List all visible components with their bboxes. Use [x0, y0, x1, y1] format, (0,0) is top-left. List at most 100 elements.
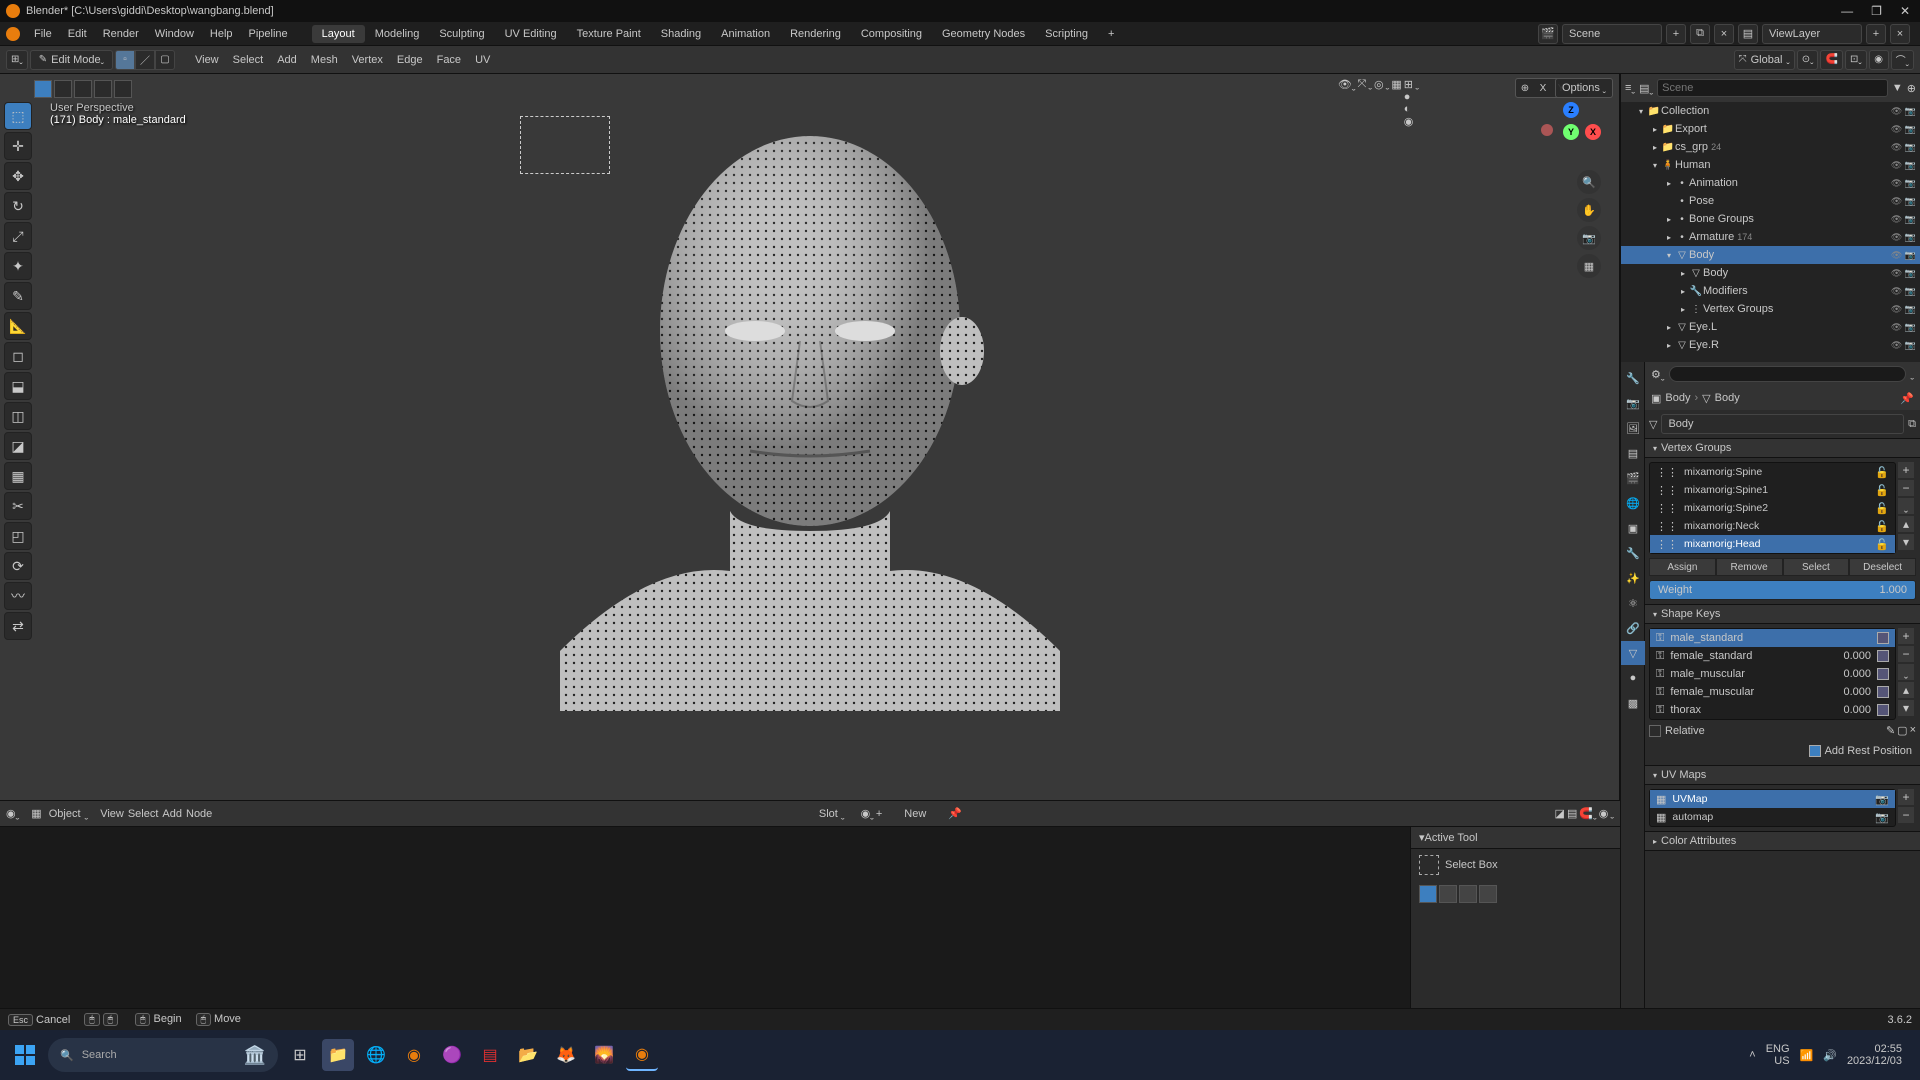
prop-editor-type[interactable]: ⚙ˬ: [1651, 368, 1665, 381]
add-rest-checkbox[interactable]: [1809, 745, 1821, 757]
sk-clear-button[interactable]: ×: [1910, 724, 1916, 737]
blender-logo-icon[interactable]: [6, 27, 20, 41]
vertex-group-item[interactable]: ⋮⋮mixamorig:Neck🔓: [1650, 517, 1895, 535]
axis-widget-icon[interactable]: ⊕: [1516, 79, 1534, 97]
shading-matprev[interactable]: ◐: [1404, 103, 1414, 115]
selmode-intersect[interactable]: [1479, 885, 1497, 903]
new-material-button[interactable]: +: [876, 808, 882, 820]
shape-keys-header[interactable]: ▾Shape Keys: [1645, 604, 1920, 624]
gizmo-x-axis[interactable]: X: [1585, 124, 1601, 140]
vertex-groups-list[interactable]: ⋮⋮mixamorig:Spine🔓⋮⋮mixamorig:Spine1🔓⋮⋮m…: [1649, 462, 1896, 554]
new-scene-button[interactable]: +: [1666, 24, 1686, 44]
pan-button[interactable]: ✋: [1577, 198, 1601, 222]
select-mode-2[interactable]: [54, 80, 72, 98]
firefox-icon[interactable]: 🦊: [550, 1039, 582, 1071]
shape-key-item[interactable]: ⚿thorax0.000: [1650, 701, 1895, 719]
shape-key-item[interactable]: ⚿male_muscular0.000: [1650, 665, 1895, 683]
tool-move[interactable]: ✥: [4, 162, 32, 190]
outliner-row[interactable]: •Pose👁 📷: [1621, 192, 1920, 210]
tool-add-cube[interactable]: ◻: [4, 342, 32, 370]
ng-add[interactable]: Add: [162, 808, 182, 820]
edge-select-mode[interactable]: ／: [135, 50, 155, 70]
mode-dropdown[interactable]: ✎ Edit Mode ˬ: [30, 50, 113, 70]
zoom-button[interactable]: 🔍: [1577, 170, 1601, 194]
tab-render[interactable]: 📷: [1621, 391, 1645, 415]
workspace-tab[interactable]: Scripting: [1035, 25, 1098, 43]
menu-mesh[interactable]: Mesh: [305, 54, 344, 66]
new-collection-button[interactable]: ⊕: [1907, 82, 1916, 95]
menu-file[interactable]: File: [26, 28, 60, 40]
shading-wireframe[interactable]: ⊞: [1404, 78, 1414, 91]
tool-measure[interactable]: 📐: [4, 312, 32, 340]
menu-select[interactable]: Select: [227, 54, 270, 66]
face-select-mode[interactable]: ▢: [155, 50, 175, 70]
tab-output[interactable]: 🖼: [1621, 416, 1645, 440]
maximize-button[interactable]: ❐: [1871, 4, 1882, 18]
relative-checkbox[interactable]: [1649, 725, 1661, 737]
tab-data[interactable]: ▽: [1621, 641, 1645, 665]
select-mode-1[interactable]: [34, 80, 52, 98]
workspace-tab[interactable]: Texture Paint: [567, 25, 651, 43]
uv-add-button[interactable]: +: [1898, 789, 1914, 805]
outliner-row[interactable]: ▸📁Export👁 📷: [1621, 120, 1920, 138]
delete-scene-button[interactable]: ×: [1714, 24, 1734, 44]
overlay-dropdown[interactable]: ˬ: [1386, 78, 1390, 128]
camera-button[interactable]: 📷: [1577, 226, 1601, 250]
weight-slider[interactable]: Weight 1.000: [1649, 580, 1916, 600]
explorer-icon[interactable]: 📁: [322, 1039, 354, 1071]
vertex-select-mode[interactable]: ▫: [115, 50, 135, 70]
workspace-tab[interactable]: Shading: [651, 25, 711, 43]
menu-add[interactable]: Add: [271, 54, 303, 66]
editor-type-dropdown[interactable]: ⊞ˬ: [6, 50, 28, 70]
tool-extrude[interactable]: ⬓: [4, 372, 32, 400]
vg-add-button[interactable]: +: [1898, 462, 1914, 478]
pin-button[interactable]: 📌: [948, 807, 962, 820]
tab-particles[interactable]: ✨: [1621, 566, 1645, 590]
add-workspace-button[interactable]: +: [1098, 25, 1124, 43]
workspace-tab[interactable]: Animation: [711, 25, 780, 43]
tab-world[interactable]: 🌐: [1621, 491, 1645, 515]
scene-field[interactable]: Scene: [1562, 24, 1662, 44]
vertex-group-item[interactable]: ⋮⋮mixamorig:Spine2🔓: [1650, 499, 1895, 517]
deselect-button[interactable]: Deselect: [1849, 558, 1916, 576]
gizmo-dropdown[interactable]: ˬ: [1368, 78, 1372, 128]
tab-physics[interactable]: ⚛: [1621, 591, 1645, 615]
menu-vertex[interactable]: Vertex: [346, 54, 389, 66]
ng-select[interactable]: Select: [128, 808, 159, 820]
tool-edgeslide[interactable]: ⇄: [4, 612, 32, 640]
tray-time[interactable]: 02:55: [1847, 1043, 1902, 1055]
outliner-search[interactable]: [1657, 79, 1888, 97]
axis-x-toggle[interactable]: X: [1534, 79, 1552, 97]
vertex-group-item[interactable]: ⋮⋮mixamorig:Spine1🔓: [1650, 481, 1895, 499]
uv-maps-header[interactable]: ▾UV Maps: [1645, 765, 1920, 785]
tray-chevron-icon[interactable]: ˄: [1749, 1049, 1755, 1061]
menu-window[interactable]: Window: [147, 28, 202, 40]
minimize-button[interactable]: —: [1841, 4, 1853, 18]
edge-icon[interactable]: 🌐: [360, 1039, 392, 1071]
mesh-fake-user[interactable]: ⧉: [1908, 418, 1916, 431]
shading-solid[interactable]: ●: [1404, 91, 1414, 103]
shape-keys-list[interactable]: ⚿male_standard⚿female_standard0.000⚿male…: [1649, 628, 1896, 720]
lang-primary[interactable]: ENG: [1766, 1043, 1790, 1055]
volume-icon[interactable]: 🔊: [1823, 1049, 1837, 1062]
tab-material[interactable]: ●: [1621, 666, 1645, 690]
workspace-tab[interactable]: UV Editing: [495, 25, 567, 43]
copy-scene-button[interactable]: ⧉: [1690, 24, 1710, 44]
uv-maps-list[interactable]: ▦UVMap📷▦automap📷: [1649, 789, 1896, 827]
outliner-row[interactable]: ▸⋮Vertex Groups👁 📷: [1621, 300, 1920, 318]
shading-rendered[interactable]: ◉: [1404, 115, 1414, 128]
slot-dropdown[interactable]: Slot ˬ: [805, 808, 859, 820]
shape-key-item[interactable]: ⚿female_muscular0.000: [1650, 683, 1895, 701]
outliner-row[interactable]: ▸🔧Modifiers👁 📷: [1621, 282, 1920, 300]
tool-loopcut[interactable]: ▦: [4, 462, 32, 490]
outliner-row[interactable]: ▸📁cs_grp 24👁 📷: [1621, 138, 1920, 156]
sk-menu-button[interactable]: ˬ: [1898, 664, 1914, 680]
vg-menu-button[interactable]: ˬ: [1898, 498, 1914, 514]
new-button[interactable]: New: [884, 808, 946, 820]
select-mode-4[interactable]: [94, 80, 112, 98]
prop-options[interactable]: ˬ: [1910, 368, 1914, 380]
lang-secondary[interactable]: US: [1766, 1055, 1790, 1067]
tab-modifiers[interactable]: 🔧: [1621, 541, 1645, 565]
select-mode-3[interactable]: [74, 80, 92, 98]
orientation-dropdown[interactable]: ⤧ Globalˬ: [1734, 50, 1795, 70]
